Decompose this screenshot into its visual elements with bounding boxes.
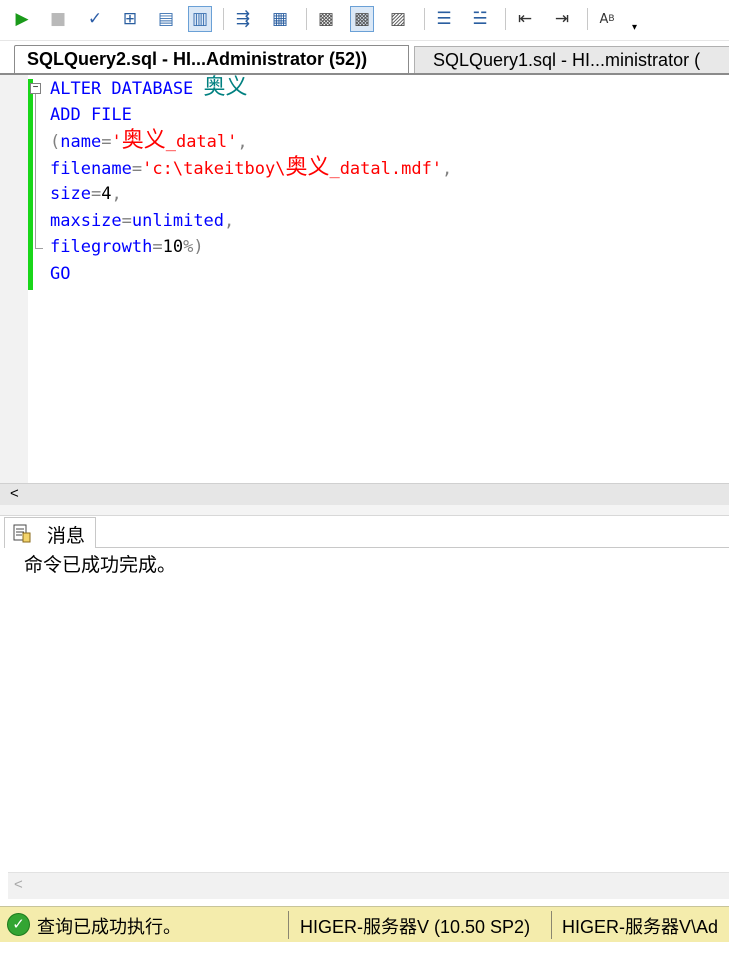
code-token: GO: [50, 263, 71, 284]
code-token: 奥义: [121, 128, 166, 153]
results-to-file-icon[interactable]: ▩: [314, 6, 338, 32]
uncomment-icon[interactable]: ☱: [468, 6, 492, 32]
status-server: HIGER-服务器V (10.50 SP2): [300, 917, 531, 937]
comment-icon[interactable]: ☰: [432, 6, 456, 32]
code-line[interactable]: GO: [50, 261, 452, 288]
code-token: maxsize: [50, 210, 122, 231]
parse-icon[interactable]: ✓: [83, 6, 107, 32]
tab-sqlquery1[interactable]: SQLQuery1.sql - HI...ministrator (: [414, 46, 729, 73]
code-token: =: [101, 132, 112, 152]
pane-splitter[interactable]: [0, 505, 729, 516]
code-token: 4: [101, 184, 112, 204]
client-stats-icon[interactable]: ▨: [386, 6, 410, 32]
code-token: name: [60, 132, 102, 152]
specify-values-icon[interactable]: AB: [595, 6, 619, 32]
code-token: ADD FILE: [50, 104, 132, 125]
intellisense-icon[interactable]: ▥: [188, 6, 212, 32]
outline-end: [35, 248, 43, 249]
sql-code[interactable]: ALTER DATABASE 奥义 ADD FILE (name='奥义_datal…: [50, 75, 452, 287]
code-token: %): [183, 237, 204, 257]
status-login: HIGER-服务器V\Ad: [562, 917, 719, 937]
code-token: (: [50, 132, 61, 152]
code-token: ': [111, 132, 122, 152]
messages-pane: 命令已成功完成。: [0, 548, 729, 870]
results-to-grid-icon[interactable]: ▦: [268, 6, 292, 32]
success-check-icon: ✓: [7, 913, 30, 936]
code-token: filegrowth: [50, 237, 153, 257]
code-token: =: [131, 158, 143, 179]
tab-sqlquery2[interactable]: SQLQuery2.sql - HI...Administrator (52)): [14, 45, 409, 74]
increase-indent-icon[interactable]: ⇥: [550, 6, 574, 32]
query-editor[interactable]: − ALTER DATABASE 奥义 ADD FILE (name='奥义_dat…: [0, 75, 729, 483]
code-line[interactable]: size=4,: [50, 181, 452, 208]
code-token: 'c:\takeitboy\: [142, 158, 286, 179]
code-token: _datal': [165, 132, 238, 152]
code-token: size: [50, 184, 91, 204]
collapse-icon[interactable]: −: [30, 83, 41, 94]
code-line[interactable]: (name='奥义_datal',: [50, 128, 452, 155]
messages-horizontal-scrollbar[interactable]: <: [8, 872, 729, 899]
toolbar: ▶ ■ ✓ ⊞ ▤ ▥ ⇶ ▦ ▩ ▩ ▨ ☰ ☱ ⇤ ⇥ AB ▾: [0, 0, 729, 41]
code-line[interactable]: maxsize=unlimited,: [50, 208, 452, 235]
code-token: =: [90, 184, 102, 204]
change-tracking-bar: [28, 79, 33, 290]
tab-label: SQLQuery2.sql - HI...Administrator (52)): [27, 49, 368, 69]
editor-gutter: [0, 75, 28, 483]
code-line[interactable]: ALTER DATABASE 奥义: [50, 75, 452, 102]
outline-line: [35, 94, 36, 249]
tab-label: SQLQuery1.sql - HI...ministrator (: [433, 50, 701, 70]
status-text: 查询已成功执行。: [37, 917, 181, 937]
tab-messages-label: 消息: [47, 526, 86, 547]
stop-icon[interactable]: ■: [46, 6, 70, 32]
code-token: 10: [162, 237, 184, 257]
code-token: unlimited: [131, 210, 225, 231]
scroll-left-icon[interactable]: <: [10, 485, 19, 502]
scroll-left-icon[interactable]: <: [14, 876, 23, 893]
code-token: =: [152, 237, 163, 257]
code-line[interactable]: filename='c:\takeitboy\奥义_datal.mdf',: [50, 155, 452, 182]
code-token: ,: [442, 158, 453, 179]
code-token: ALTER DATABASE: [50, 79, 204, 99]
estimated-plan-icon[interactable]: ⊞: [118, 6, 142, 32]
code-token: _datal.mdf': [329, 158, 443, 179]
tab-messages[interactable]: 消息: [4, 517, 96, 548]
results-to-text-icon[interactable]: ⇶: [231, 6, 255, 32]
code-line[interactable]: ADD FILE: [50, 102, 452, 129]
decrease-indent-icon[interactable]: ⇤: [513, 6, 537, 32]
messages-icon: [13, 524, 31, 543]
code-token: 奥义: [203, 75, 248, 100]
code-token: 奥义: [285, 154, 330, 180]
editor-horizontal-scrollbar[interactable]: <: [0, 483, 729, 506]
query-options-icon[interactable]: ▤: [154, 6, 178, 32]
code-token: =: [121, 210, 132, 231]
include-plan-icon[interactable]: ▩: [350, 6, 374, 32]
execute-icon[interactable]: ▶: [10, 6, 34, 32]
result-message: 命令已成功完成。: [24, 555, 177, 576]
code-token: filename: [50, 158, 132, 179]
code-line[interactable]: filegrowth=10%): [50, 234, 452, 261]
code-token: ,: [224, 210, 235, 231]
toolbar-overflow-icon[interactable]: ▾: [632, 22, 644, 36]
code-token: ,: [237, 132, 248, 152]
code-token: ,: [111, 184, 122, 204]
status-bar: ✓ 查询已成功执行。 HIGER-服务器V (10.50 SP2) HIGER-…: [0, 906, 729, 943]
